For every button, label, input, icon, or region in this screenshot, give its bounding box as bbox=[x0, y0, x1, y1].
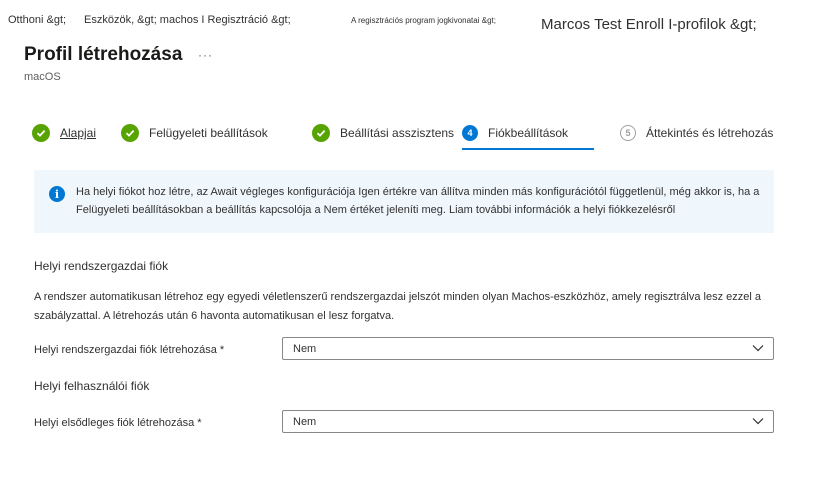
required-mark: * bbox=[219, 344, 225, 356]
wizard-steps: Alapjai Felügyeleti beállítások Beállítá… bbox=[0, 118, 827, 152]
info-icon: i bbox=[49, 186, 65, 202]
breadcrumb-program[interactable]: A regisztrációs program jogkivonatai &gt… bbox=[351, 16, 496, 25]
chevron-down-icon bbox=[752, 345, 764, 352]
step-number-icon: 5 bbox=[620, 125, 636, 141]
admin-section-heading: Helyi rendszergazdai fiók bbox=[34, 259, 169, 273]
check-icon bbox=[312, 124, 330, 142]
info-banner: i Ha helyi fiókot hoz létre, az Await vé… bbox=[34, 170, 774, 233]
more-icon[interactable]: ··· bbox=[198, 48, 213, 62]
page-subtitle: macOS bbox=[24, 71, 61, 83]
step-label: Fiókbeállítások bbox=[488, 126, 569, 140]
active-step-indicator bbox=[462, 148, 594, 150]
user-section-heading: Helyi felhasználói fiók bbox=[34, 379, 150, 393]
info-text: Ha helyi fiókot hoz létre, az Await végl… bbox=[76, 186, 760, 216]
step-setup-assistant[interactable]: Beállítási asszisztens bbox=[312, 122, 454, 144]
step-number-icon: 4 bbox=[462, 125, 478, 141]
field-label-text: Helyi elsődleges fiók létrehozása bbox=[34, 417, 195, 429]
step-label: Alapjai bbox=[60, 126, 97, 140]
check-icon bbox=[121, 124, 139, 142]
step-management-settings[interactable]: Felügyeleti beállítások bbox=[121, 122, 268, 144]
page-title: Profil létrehozása bbox=[24, 44, 183, 65]
breadcrumb-profiles[interactable]: Marcos Test Enroll I-profilok &gt; bbox=[541, 16, 757, 33]
step-review-create[interactable]: 5 Áttekintés és létrehozás bbox=[620, 122, 773, 144]
admin-account-dropdown[interactable]: Nem bbox=[282, 337, 774, 360]
step-account-settings[interactable]: 4 Fiókbeállítások bbox=[462, 122, 568, 144]
user-account-dropdown[interactable]: Nem bbox=[282, 410, 774, 433]
field-label-text: Helyi rendszergazdai fiók létrehozása bbox=[34, 344, 217, 356]
dropdown-value: Nem bbox=[293, 416, 317, 428]
step-label: Áttekintés és létrehozás bbox=[646, 126, 774, 140]
chevron-down-icon bbox=[752, 418, 764, 425]
breadcrumb-home[interactable]: Otthoni &gt; bbox=[8, 14, 66, 26]
step-label: Beállítási asszisztens bbox=[340, 126, 455, 140]
breadcrumb-devices[interactable]: Eszközök, &gt; machos I Regisztráció &gt… bbox=[84, 14, 291, 26]
page-header: Profil létrehozása ··· bbox=[24, 44, 212, 66]
step-label: Felügyeleti beállítások bbox=[149, 126, 268, 140]
required-mark: * bbox=[197, 417, 202, 429]
admin-account-label: Helyi rendszergazdai fiók létrehozása * bbox=[34, 344, 224, 356]
breadcrumb-bar: Otthoni &gt; Eszközök, &gt; machos I Reg… bbox=[0, 0, 827, 42]
user-account-label: Helyi elsődleges fiók létrehozása * bbox=[34, 417, 202, 429]
check-icon bbox=[32, 124, 50, 142]
step-basics[interactable]: Alapjai bbox=[32, 122, 96, 144]
dropdown-value: Nem bbox=[293, 343, 317, 355]
admin-section-description: A rendszer automatikusan létrehoz egy eg… bbox=[34, 291, 761, 322]
